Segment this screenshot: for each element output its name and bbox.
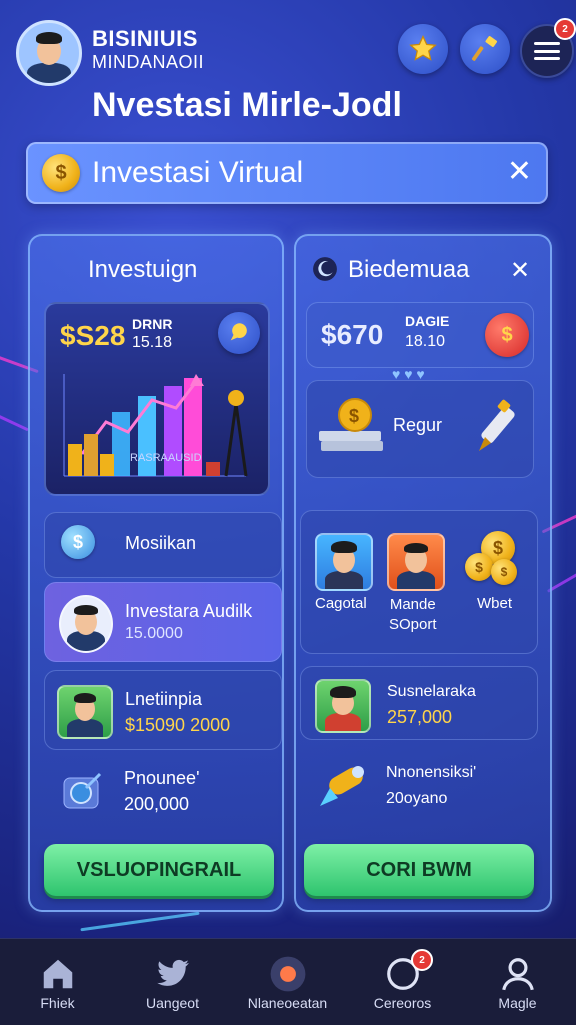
bottom-navigation: Fhiek Uangeot Nlaneoeatan 2 Cereoros Mag… [0,938,576,1025]
avatar [57,685,113,739]
red-coin-icon: $ [485,313,529,357]
nav-label: Nlaneoeatan [247,995,328,1011]
list-item-value: 200,000 [124,794,190,814]
decorative-streak [80,911,200,932]
rocket-coin-icon [320,766,364,806]
money-stack-icon: $ [319,398,383,451]
bird-icon [156,959,189,986]
right-cta-button[interactable]: CORI BWM [304,844,534,896]
left-cta-button[interactable]: VSLUOPINGRAIL [44,844,274,896]
profile-avatar[interactable] [16,20,82,86]
nav-label: Magle [498,995,537,1011]
person-label-mande: Mande SOport [389,596,437,633]
avatar[interactable] [315,533,373,591]
gold-coins-icon: $ $ $ [465,531,521,589]
nav-item-home[interactable]: Fhiek [0,939,115,1025]
price-value: $670 [321,319,384,350]
people-card: $ $ $ Cagotal Mande SOport Wbet [300,510,538,654]
nav-item-profile[interactable]: Magle [460,939,575,1025]
right-panel-close-button[interactable]: ✕ [510,256,530,285]
person-label-wbet: Wbet [477,595,513,612]
record-icon [270,956,305,992]
target-coin-icon [63,772,102,809]
right-investment-panel: Biedemuaa ✕ $670 DAGIE 18.10 $ ♥ ♥ ♥ $ R… [294,234,552,912]
avatar [59,595,113,653]
banner-close-button[interactable]: ✕ [507,154,532,189]
left-panel-title: Investuign [88,256,198,283]
chart-caption: RASRAAUSID [130,452,202,464]
list-item[interactable]: Nnonensiksi' 20oyano [300,748,536,824]
list-item-title: Lnetiinpia [125,689,203,709]
investment-chart-card[interactable]: $S28 DRNR 15.18 RASRAAUSID [44,302,270,496]
pen-icon [479,399,515,451]
dollar-stack-icon: $ [61,525,95,559]
avatar[interactable] [387,533,445,591]
list-item-title: Susnelaraka [387,683,476,700]
nav-label: Fhiek [40,995,75,1011]
regur-label: Regur [393,415,443,435]
list-item[interactable]: Susnelaraka 257,000 [300,666,538,740]
nav-item-record[interactable]: Nlaneoeatan [230,939,345,1025]
list-item-value: 20oyano [386,790,448,807]
hamburger-icon [534,42,560,60]
list-item[interactable]: $ Mosiikan [44,512,282,578]
coin-icon: $ [42,154,80,192]
list-item-title: Pnounee' [124,768,200,788]
nav-label: Uangeot [146,995,199,1011]
nav-item-bird[interactable]: Uangeot [115,939,230,1025]
nav-chat-badge: 2 [411,949,433,971]
home-icon [43,959,72,989]
hammer-icon [471,36,498,61]
list-item-title: Nnonensiksi' [386,764,477,781]
list-item-value: $15090 2000 [125,715,231,735]
star-button[interactable] [398,24,448,74]
nav-label: Cereoros [373,995,432,1011]
banner-title: Investasi Virtual [92,156,304,189]
app-header: BISINIUIS MINDANAOII Nvestasi Mirle-Jodl… [0,0,576,140]
price-sub-value: 18.10 [405,333,446,350]
list-item-value: 257,000 [387,707,453,727]
svg-text:$: $ [349,406,359,426]
list-item[interactable]: Investara Audilk 15.0000 [44,582,282,662]
right-panel-title: Biedemuaa [348,256,470,283]
left-investment-panel: Investuign $S28 DRNR 15.18 RASRAAUSID $ … [28,234,284,912]
price-card[interactable]: $670 DAGIE 18.10 $ [306,302,534,368]
price-sub-label: DAGIE [405,313,450,329]
growth-chart-illustration [63,374,248,477]
list-item-title: Mosiikan [125,533,197,553]
virtual-investment-banner: $ Investasi Virtual ✕ [26,142,548,204]
moon-icon [313,257,337,281]
regur-card[interactable]: $ Regur [306,380,534,478]
brand-name-line1: BISINIUIS [92,26,198,51]
user-icon [501,958,534,991]
person-label-cagotal: Cagotal [315,595,367,612]
avatar [315,679,371,733]
hammer-button[interactable] [460,24,510,74]
page-title: Nvestasi Mirle-Jodl [92,86,402,124]
list-item[interactable]: Lnetiinpia $15090 2000 [44,670,282,750]
nav-item-chat[interactable]: 2 Cereoros [345,939,460,1025]
list-item[interactable]: Pnounee' 200,000 [44,754,280,830]
list-item-title: Investara Audilk [125,601,253,621]
list-item-value: 15.0000 [125,625,183,642]
notification-badge: 2 [554,18,576,40]
decorative-streak [0,411,29,432]
brand-name-line2: MINDANAOII [92,52,205,72]
star-icon [409,35,437,61]
